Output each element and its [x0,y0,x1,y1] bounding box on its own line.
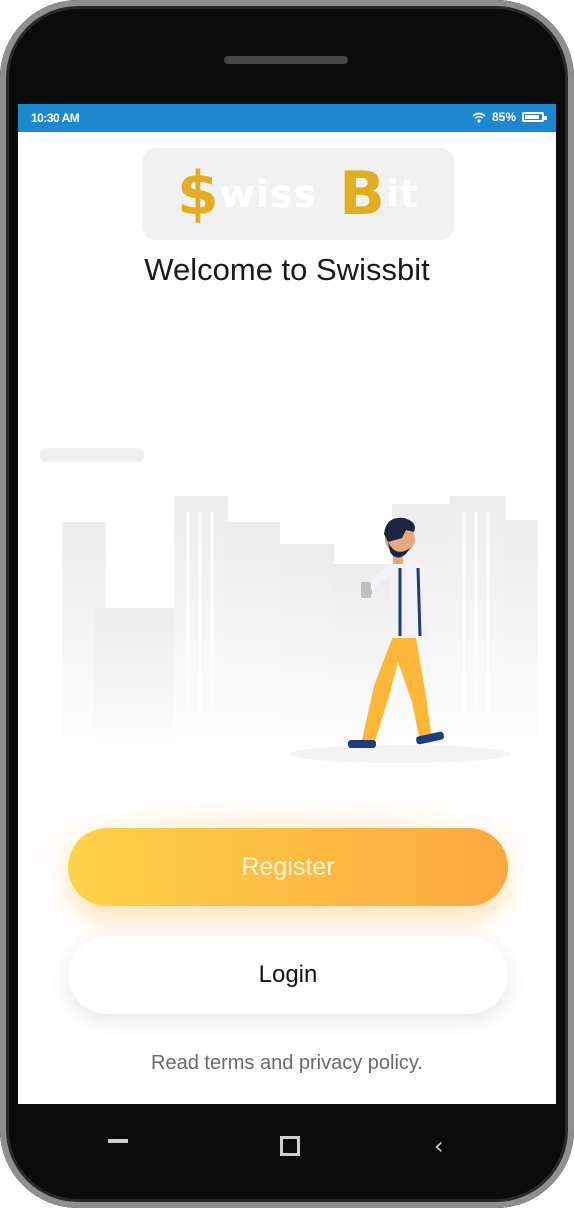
welcome-heading: Welcome to Swissbit [144,252,430,287]
logo-text-part1: wiss [219,172,318,216]
battery-level-fill [525,115,539,119]
status-bar: 10:30 AM 85% [18,104,556,132]
status-right: 85% [472,110,547,124]
swissbit-logo: $ wiss B it [142,148,454,240]
battery-percent: 85% [491,110,516,124]
phone-frame: 10:30 AM 85% $ wiss B it Welcome to Swis… [0,0,574,1208]
home-square-icon[interactable] [280,1136,300,1156]
ground-shadow [290,745,510,763]
terms-privacy-link[interactable]: Read terms and privacy policy. [18,1052,556,1075]
recent-apps-icon[interactable] [108,1139,128,1143]
system-navigation-bar: ‹ [0,1104,574,1184]
logo-text-part2: it [385,172,420,216]
battery-icon [522,112,547,122]
earpiece-speaker [224,56,348,64]
app-screen: 10:30 AM 85% $ wiss B it Welcome to Swis… [18,104,556,1104]
logo-dollar-letter: $ [176,159,220,229]
logo-wordmark: $ wiss B it [142,148,454,240]
wifi-icon [472,112,486,123]
logo-bitcoin-letter: B [339,159,386,229]
status-time: 10:30 AM [31,111,80,125]
back-chevron-icon[interactable]: ‹ [434,1134,444,1158]
city-person-illustration [40,448,538,763]
register-button[interactable]: Register [68,828,508,906]
login-button[interactable]: Login [68,936,508,1014]
